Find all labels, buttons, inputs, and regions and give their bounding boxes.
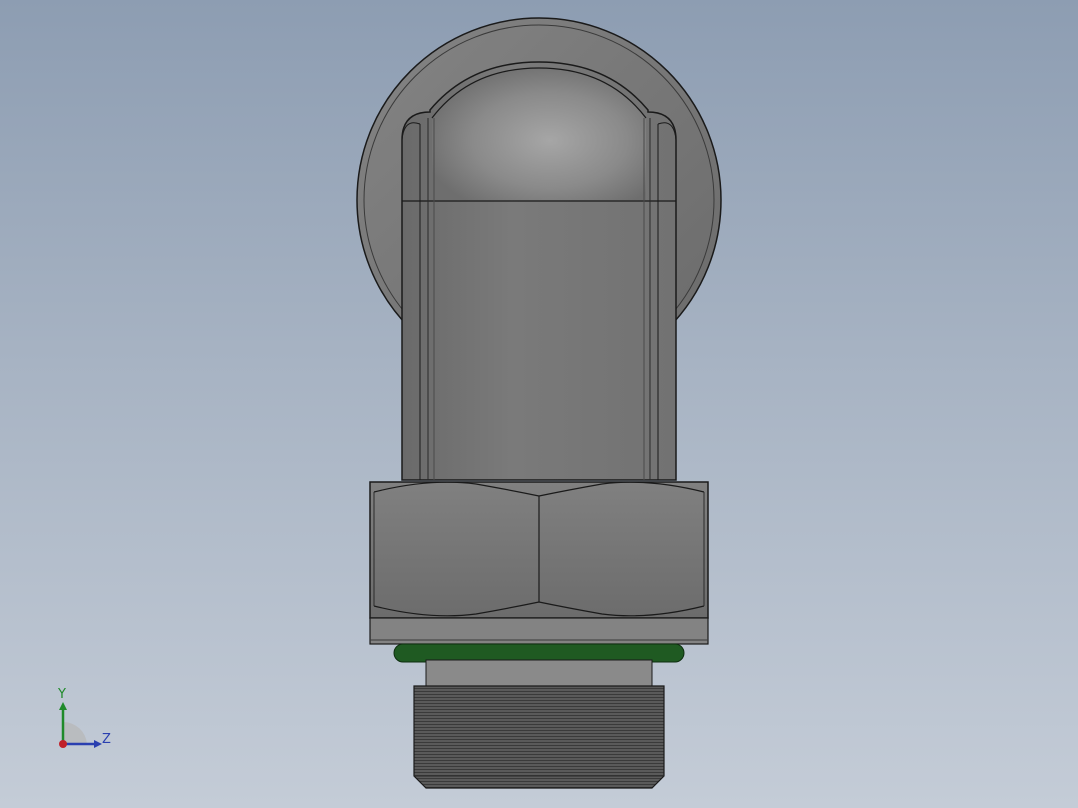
- orientation-triad: Y Z: [48, 686, 128, 756]
- y-axis-label: Y: [58, 687, 66, 702]
- neck[interactable]: [425, 659, 653, 687]
- threaded-stud[interactable]: [413, 685, 665, 789]
- z-axis-label: Z: [102, 732, 111, 747]
- elbow-body[interactable]: [401, 61, 677, 481]
- graphics-viewport[interactable]: Y Z: [0, 0, 1078, 808]
- washer[interactable]: [369, 617, 709, 645]
- hex-nut[interactable]: [369, 481, 709, 619]
- model-view[interactable]: [0, 0, 1078, 808]
- o-ring-seal[interactable]: [393, 643, 685, 663]
